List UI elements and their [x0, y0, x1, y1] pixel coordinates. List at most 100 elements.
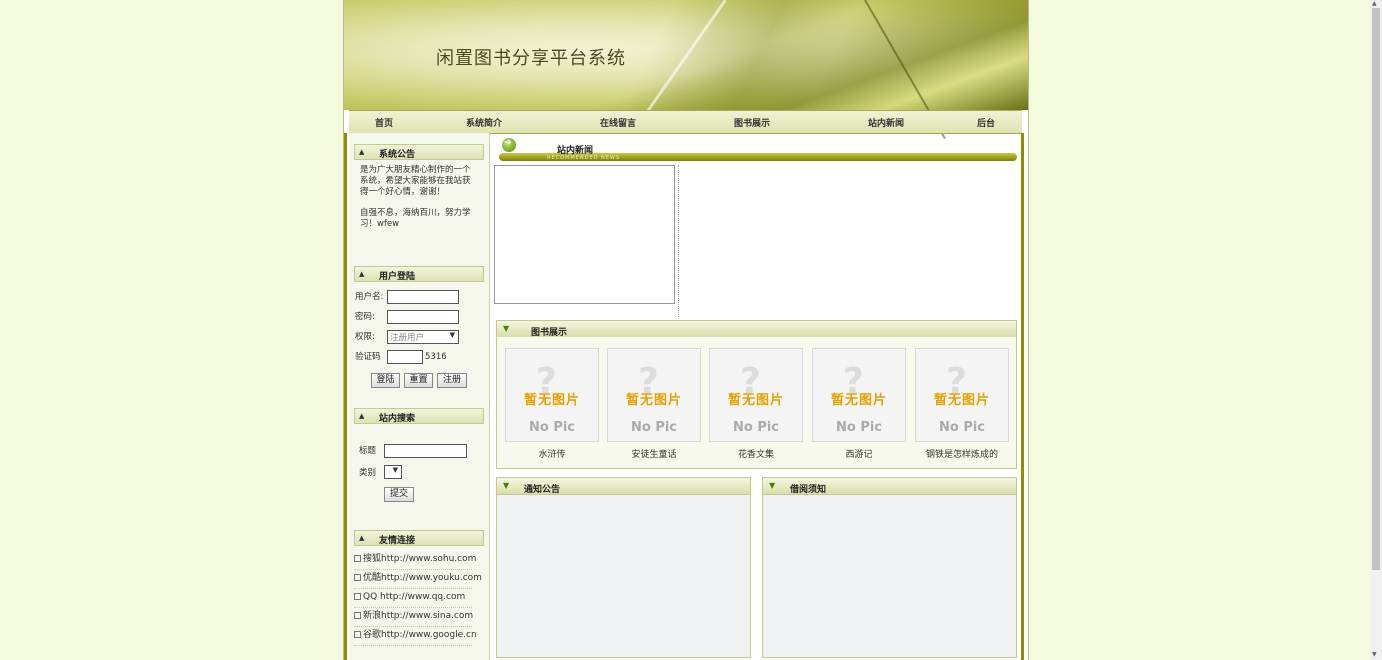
scroll-up-icon[interactable]: ▲: [1372, 0, 1377, 7]
announcement-header: ▲ 系统公告: [354, 144, 484, 160]
search-input[interactable]: [384, 444, 467, 458]
triangle-icon: ▲: [359, 534, 365, 542]
friend-link-text: QQ http://www.qq.com: [363, 592, 466, 602]
triangle-down-icon: ▼: [769, 481, 776, 490]
friend-link[interactable]: 优酷http://www.youku.com: [354, 570, 482, 589]
book-cover[interactable]: ? 暂无图片 No Pic: [505, 348, 599, 442]
announcement-text: 是为广大朋友精心制作的一个系统，希望大家能够在我站获得一个好心情，谢谢！: [360, 165, 471, 197]
nav-messages[interactable]: 在线留言: [600, 116, 636, 129]
notice-title: 通知公告: [524, 485, 561, 495]
links-header: ▲ 友情连接: [354, 530, 484, 546]
nav-news[interactable]: 站内新闻: [868, 116, 904, 129]
no-pic-label: 暂无图片: [933, 393, 990, 408]
book-title[interactable]: 西游记: [804, 447, 914, 460]
login-title: 用户登陆: [379, 272, 416, 282]
news-subtitle: RECOMMENDED NEWS: [547, 155, 621, 161]
book-title[interactable]: 安徒生童话: [599, 447, 709, 460]
password-label: 密码:: [355, 312, 375, 322]
friend-link[interactable]: 谷歌http://www.google.cn: [354, 627, 477, 646]
sidebar: ▲ 系统公告 是为广大朋友精心制作的一个系统，希望大家能够在我站获得一个好心情，…: [349, 133, 490, 660]
no-pic-label-en: No Pic: [938, 420, 986, 435]
site-title: 闲置图书分享平台系统: [436, 48, 626, 69]
reset-button[interactable]: 重置: [404, 373, 433, 388]
search-category-label: 类别: [359, 468, 377, 478]
captcha-code: 5316: [425, 352, 447, 362]
bullet-icon: [354, 593, 361, 600]
books-header: ▼ 图书展示: [496, 320, 1017, 338]
borrow-panel: [762, 495, 1017, 658]
scroll-thumb[interactable]: [1372, 8, 1380, 570]
no-pic-label-en: No Pic: [630, 420, 678, 435]
links-title: 友情连接: [379, 536, 416, 546]
nav-admin[interactable]: 后台: [977, 116, 995, 129]
arrow-circle-icon: [502, 138, 516, 152]
header-banner: 闲置图书分享平台系统: [344, 0, 1028, 140]
friend-link-text: 谷歌http://www.google.cn: [363, 630, 477, 640]
book-cover[interactable]: ? 暂无图片 No Pic: [607, 348, 701, 442]
captcha-label: 验证码: [355, 352, 381, 362]
main-nav: 首页 系统简介 在线留言 图书展示 站内新闻 后台: [349, 110, 1022, 134]
no-pic-label-en: No Pic: [835, 420, 883, 435]
announcement-title: 系统公告: [379, 150, 416, 160]
category-select[interactable]: ▼: [384, 465, 402, 479]
username-label: 用户名:: [355, 292, 384, 302]
friend-link-text: 优酷http://www.youku.com: [363, 573, 482, 583]
divider: [678, 165, 679, 317]
bullet-icon: [354, 555, 361, 562]
friend-link[interactable]: QQ http://www.qq.com: [354, 589, 472, 608]
friend-link-text: 新浪http://www.sina.com: [363, 611, 474, 621]
captcha-input[interactable]: [387, 350, 423, 364]
no-pic-label: 暂无图片: [523, 393, 580, 408]
nav-intro[interactable]: 系统简介: [466, 116, 502, 129]
notice-header: ▼ 通知公告: [496, 477, 751, 495]
search-header: ▲ 站内搜索: [354, 408, 484, 424]
book-cover[interactable]: ? 暂无图片 No Pic: [915, 348, 1009, 442]
no-pic-label: 暂无图片: [625, 393, 682, 408]
friend-link[interactable]: 新浪http://www.sina.com: [354, 608, 474, 627]
scroll-down-icon[interactable]: ▼: [1372, 651, 1377, 658]
chevron-down-icon: ▼: [449, 331, 455, 339]
book-title[interactable]: 钢铁是怎样炼成的: [907, 447, 1017, 460]
role-label: 权限:: [355, 332, 375, 342]
no-pic-label: 暂无图片: [830, 393, 887, 408]
no-pic-label: 暂无图片: [727, 393, 784, 408]
search-title-label: 标题: [359, 446, 377, 456]
bullet-icon: [354, 631, 361, 638]
friend-link-text: 搜狐http://www.sohu.com: [363, 554, 477, 564]
triangle-icon: ▲: [359, 412, 365, 420]
login-button[interactable]: 登陆: [371, 373, 400, 388]
book-cover[interactable]: ? 暂无图片 No Pic: [709, 348, 803, 442]
news-image-box: [494, 165, 675, 304]
chevron-down-icon: ▼: [392, 466, 398, 474]
notice-panel: [496, 495, 751, 658]
role-value: 注册用户: [390, 333, 425, 343]
role-select[interactable]: 注册用户 ▼: [387, 330, 459, 344]
register-button[interactable]: 注册: [437, 373, 467, 388]
triangle-icon: ▲: [359, 270, 365, 278]
triangle-down-icon: ▼: [503, 324, 510, 333]
page-container: 闲置图书分享平台系统 首页 系统简介 在线留言 图书展示 站内新闻 后台 ▲ 系…: [343, 0, 1029, 660]
borrow-header: ▼ 借阅须知: [762, 477, 1017, 495]
book-cover[interactable]: ? 暂无图片 No Pic: [812, 348, 906, 442]
banner-decoration: [638, 0, 727, 124]
nav-books[interactable]: 图书展示: [734, 116, 770, 129]
bullet-icon: [354, 612, 361, 619]
book-title[interactable]: 花香文集: [701, 447, 811, 460]
friend-link[interactable]: 搜狐http://www.sohu.com: [354, 551, 476, 570]
nav-home[interactable]: 首页: [375, 116, 393, 129]
username-input[interactable]: [387, 290, 459, 304]
search-title: 站内搜索: [379, 414, 416, 424]
search-submit-button[interactable]: 提交: [384, 487, 414, 502]
triangle-down-icon: ▼: [503, 481, 510, 490]
books-panel: ? 暂无图片 No Pic 水浒传 ? 暂无图片 No Pic 安徒生童话 ? …: [496, 337, 1017, 469]
announcement-text-2: 自强不息，海纳百川，努力学习！wfew: [360, 208, 471, 229]
login-header: ▲ 用户登陆: [354, 266, 484, 282]
no-pic-label-en: No Pic: [528, 420, 576, 435]
triangle-icon: ▲: [359, 148, 365, 156]
borrow-title: 借阅须知: [790, 485, 827, 495]
scrollbar[interactable]: ▲ ▼: [1370, 0, 1382, 660]
bullet-icon: [354, 574, 361, 581]
book-title[interactable]: 水浒传: [497, 447, 607, 460]
password-input[interactable]: [387, 310, 459, 324]
no-pic-label-en: No Pic: [732, 420, 780, 435]
